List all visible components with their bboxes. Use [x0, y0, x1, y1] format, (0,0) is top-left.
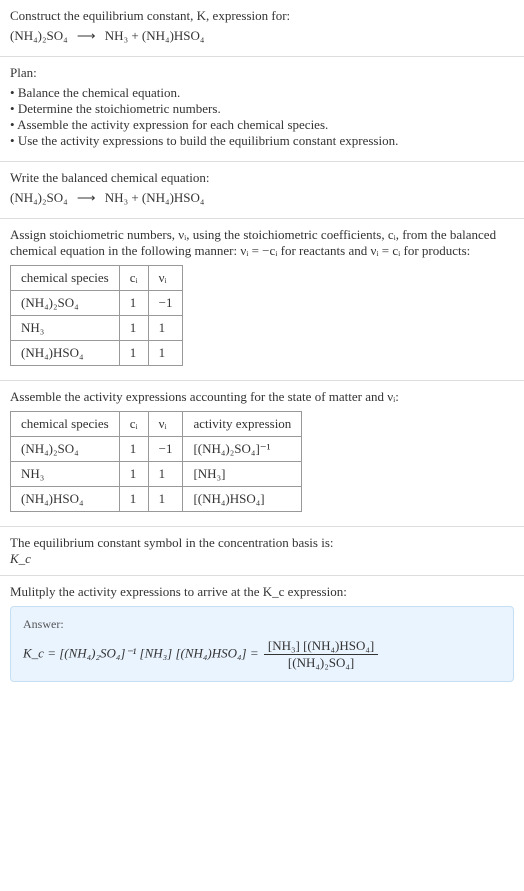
symbol-line1: The equilibrium constant symbol in the c… [10, 535, 514, 551]
cell-vi: 1 [148, 316, 183, 341]
answer-expression: K_c = [(NH₄)₂SO₄]⁻¹ [NH₃] [(NH₄)HSO₄] = … [23, 638, 501, 671]
intro-reaction-arrow: ⟶ [71, 28, 102, 43]
cell-species: NH₃ [11, 462, 120, 487]
cell-species: (NH₄)₂SO₄ [11, 437, 120, 462]
answer-fraction: [NH₃] [(NH₄)HSO₄] [(NH₄)₂SO₄] [264, 638, 378, 671]
intro-section: Construct the equilibrium constant, K, e… [0, 0, 524, 57]
balanced-title: Write the balanced chemical equation: [10, 170, 514, 186]
multiply-text: Mulitply the activity expressions to arr… [10, 584, 514, 600]
activity-table: chemical species cᵢ νᵢ activity expressi… [10, 411, 302, 512]
table-row: (NH₄)HSO₄ 1 1 [11, 341, 183, 366]
cell-vi: −1 [148, 291, 183, 316]
table-row: NH₃ 1 1 [11, 316, 183, 341]
balanced-reaction: (NH₄)₂SO₄ ⟶ NH₃ + (NH₄)HSO₄ [10, 190, 514, 206]
col-vi: νᵢ [148, 412, 183, 437]
balanced-section: Write the balanced chemical equation: (N… [0, 162, 524, 219]
col-species: chemical species [11, 412, 120, 437]
table-row: (NH₄)₂SO₄ 1 −1 [11, 291, 183, 316]
multiply-section: Mulitply the activity expressions to arr… [0, 576, 524, 700]
plan-item: Use the activity expressions to build th… [10, 133, 514, 149]
cell-species: NH₃ [11, 316, 120, 341]
table-row: NH₃ 1 1 [NH₃] [11, 462, 302, 487]
intro-line1: Construct the equilibrium constant, K, e… [10, 8, 290, 23]
cell-vi: 1 [148, 462, 183, 487]
stoich-table: chemical species cᵢ νᵢ (NH₄)₂SO₄ 1 −1 NH… [10, 265, 183, 366]
answer-label: Answer: [23, 617, 501, 632]
cell-ci: 1 [119, 487, 148, 512]
activity-section: Assemble the activity expressions accoun… [0, 381, 524, 527]
col-species: chemical species [11, 266, 120, 291]
answer-box: Answer: K_c = [(NH₄)₂SO₄]⁻¹ [NH₃] [(NH₄)… [10, 606, 514, 682]
cell-ci: 1 [119, 341, 148, 366]
answer-frac-den: [(NH₄)₂SO₄] [264, 654, 378, 671]
plan-list: Balance the chemical equation. Determine… [10, 85, 514, 149]
cell-ci: 1 [119, 316, 148, 341]
intro-reaction-right: NH₃ + (NH₄)HSO₄ [105, 28, 205, 43]
stoich-intro: Assign stoichiometric numbers, νᵢ, using… [10, 227, 514, 259]
intro-reaction-left: (NH₄)₂SO₄ [10, 28, 68, 43]
col-vi: νᵢ [148, 266, 183, 291]
cell-vi: −1 [148, 437, 183, 462]
plan-section: Plan: Balance the chemical equation. Det… [0, 57, 524, 162]
answer-frac-num: [NH₃] [(NH₄)HSO₄] [264, 638, 378, 654]
answer-lhs: K_c = [(NH₄)₂SO₄]⁻¹ [NH₃] [(NH₄)HSO₄] = [23, 645, 259, 660]
intro-reaction: (NH₄)₂SO₄ ⟶ NH₃ + (NH₄)HSO₄ [10, 28, 514, 44]
table-row: (NH₄)HSO₄ 1 1 [(NH₄)HSO₄] [11, 487, 302, 512]
symbol-kc: K_c [10, 551, 514, 567]
cell-species: (NH₄)HSO₄ [11, 341, 120, 366]
cell-expr: [(NH₄)₂SO₄]⁻¹ [183, 437, 302, 462]
table-row: (NH₄)₂SO₄ 1 −1 [(NH₄)₂SO₄]⁻¹ [11, 437, 302, 462]
balanced-right: NH₃ + (NH₄)HSO₄ [105, 190, 205, 205]
table-header-row: chemical species cᵢ νᵢ activity expressi… [11, 412, 302, 437]
cell-expr: [NH₃] [183, 462, 302, 487]
activity-intro: Assemble the activity expressions accoun… [10, 389, 514, 405]
cell-ci: 1 [119, 462, 148, 487]
cell-species: (NH₄)HSO₄ [11, 487, 120, 512]
col-ci: cᵢ [119, 412, 148, 437]
table-header-row: chemical species cᵢ νᵢ [11, 266, 183, 291]
balanced-left: (NH₄)₂SO₄ [10, 190, 68, 205]
cell-vi: 1 [148, 487, 183, 512]
cell-expr: [(NH₄)HSO₄] [183, 487, 302, 512]
balanced-arrow: ⟶ [71, 190, 102, 205]
cell-ci: 1 [119, 291, 148, 316]
plan-item: Assemble the activity expression for eac… [10, 117, 514, 133]
intro-text: Construct the equilibrium constant, K, e… [10, 8, 514, 24]
symbol-section: The equilibrium constant symbol in the c… [0, 527, 524, 576]
plan-item: Balance the chemical equation. [10, 85, 514, 101]
cell-species: (NH₄)₂SO₄ [11, 291, 120, 316]
stoich-section: Assign stoichiometric numbers, νᵢ, using… [0, 219, 524, 381]
cell-vi: 1 [148, 341, 183, 366]
col-ci: cᵢ [119, 266, 148, 291]
cell-ci: 1 [119, 437, 148, 462]
plan-title: Plan: [10, 65, 514, 81]
col-expr: activity expression [183, 412, 302, 437]
plan-item: Determine the stoichiometric numbers. [10, 101, 514, 117]
